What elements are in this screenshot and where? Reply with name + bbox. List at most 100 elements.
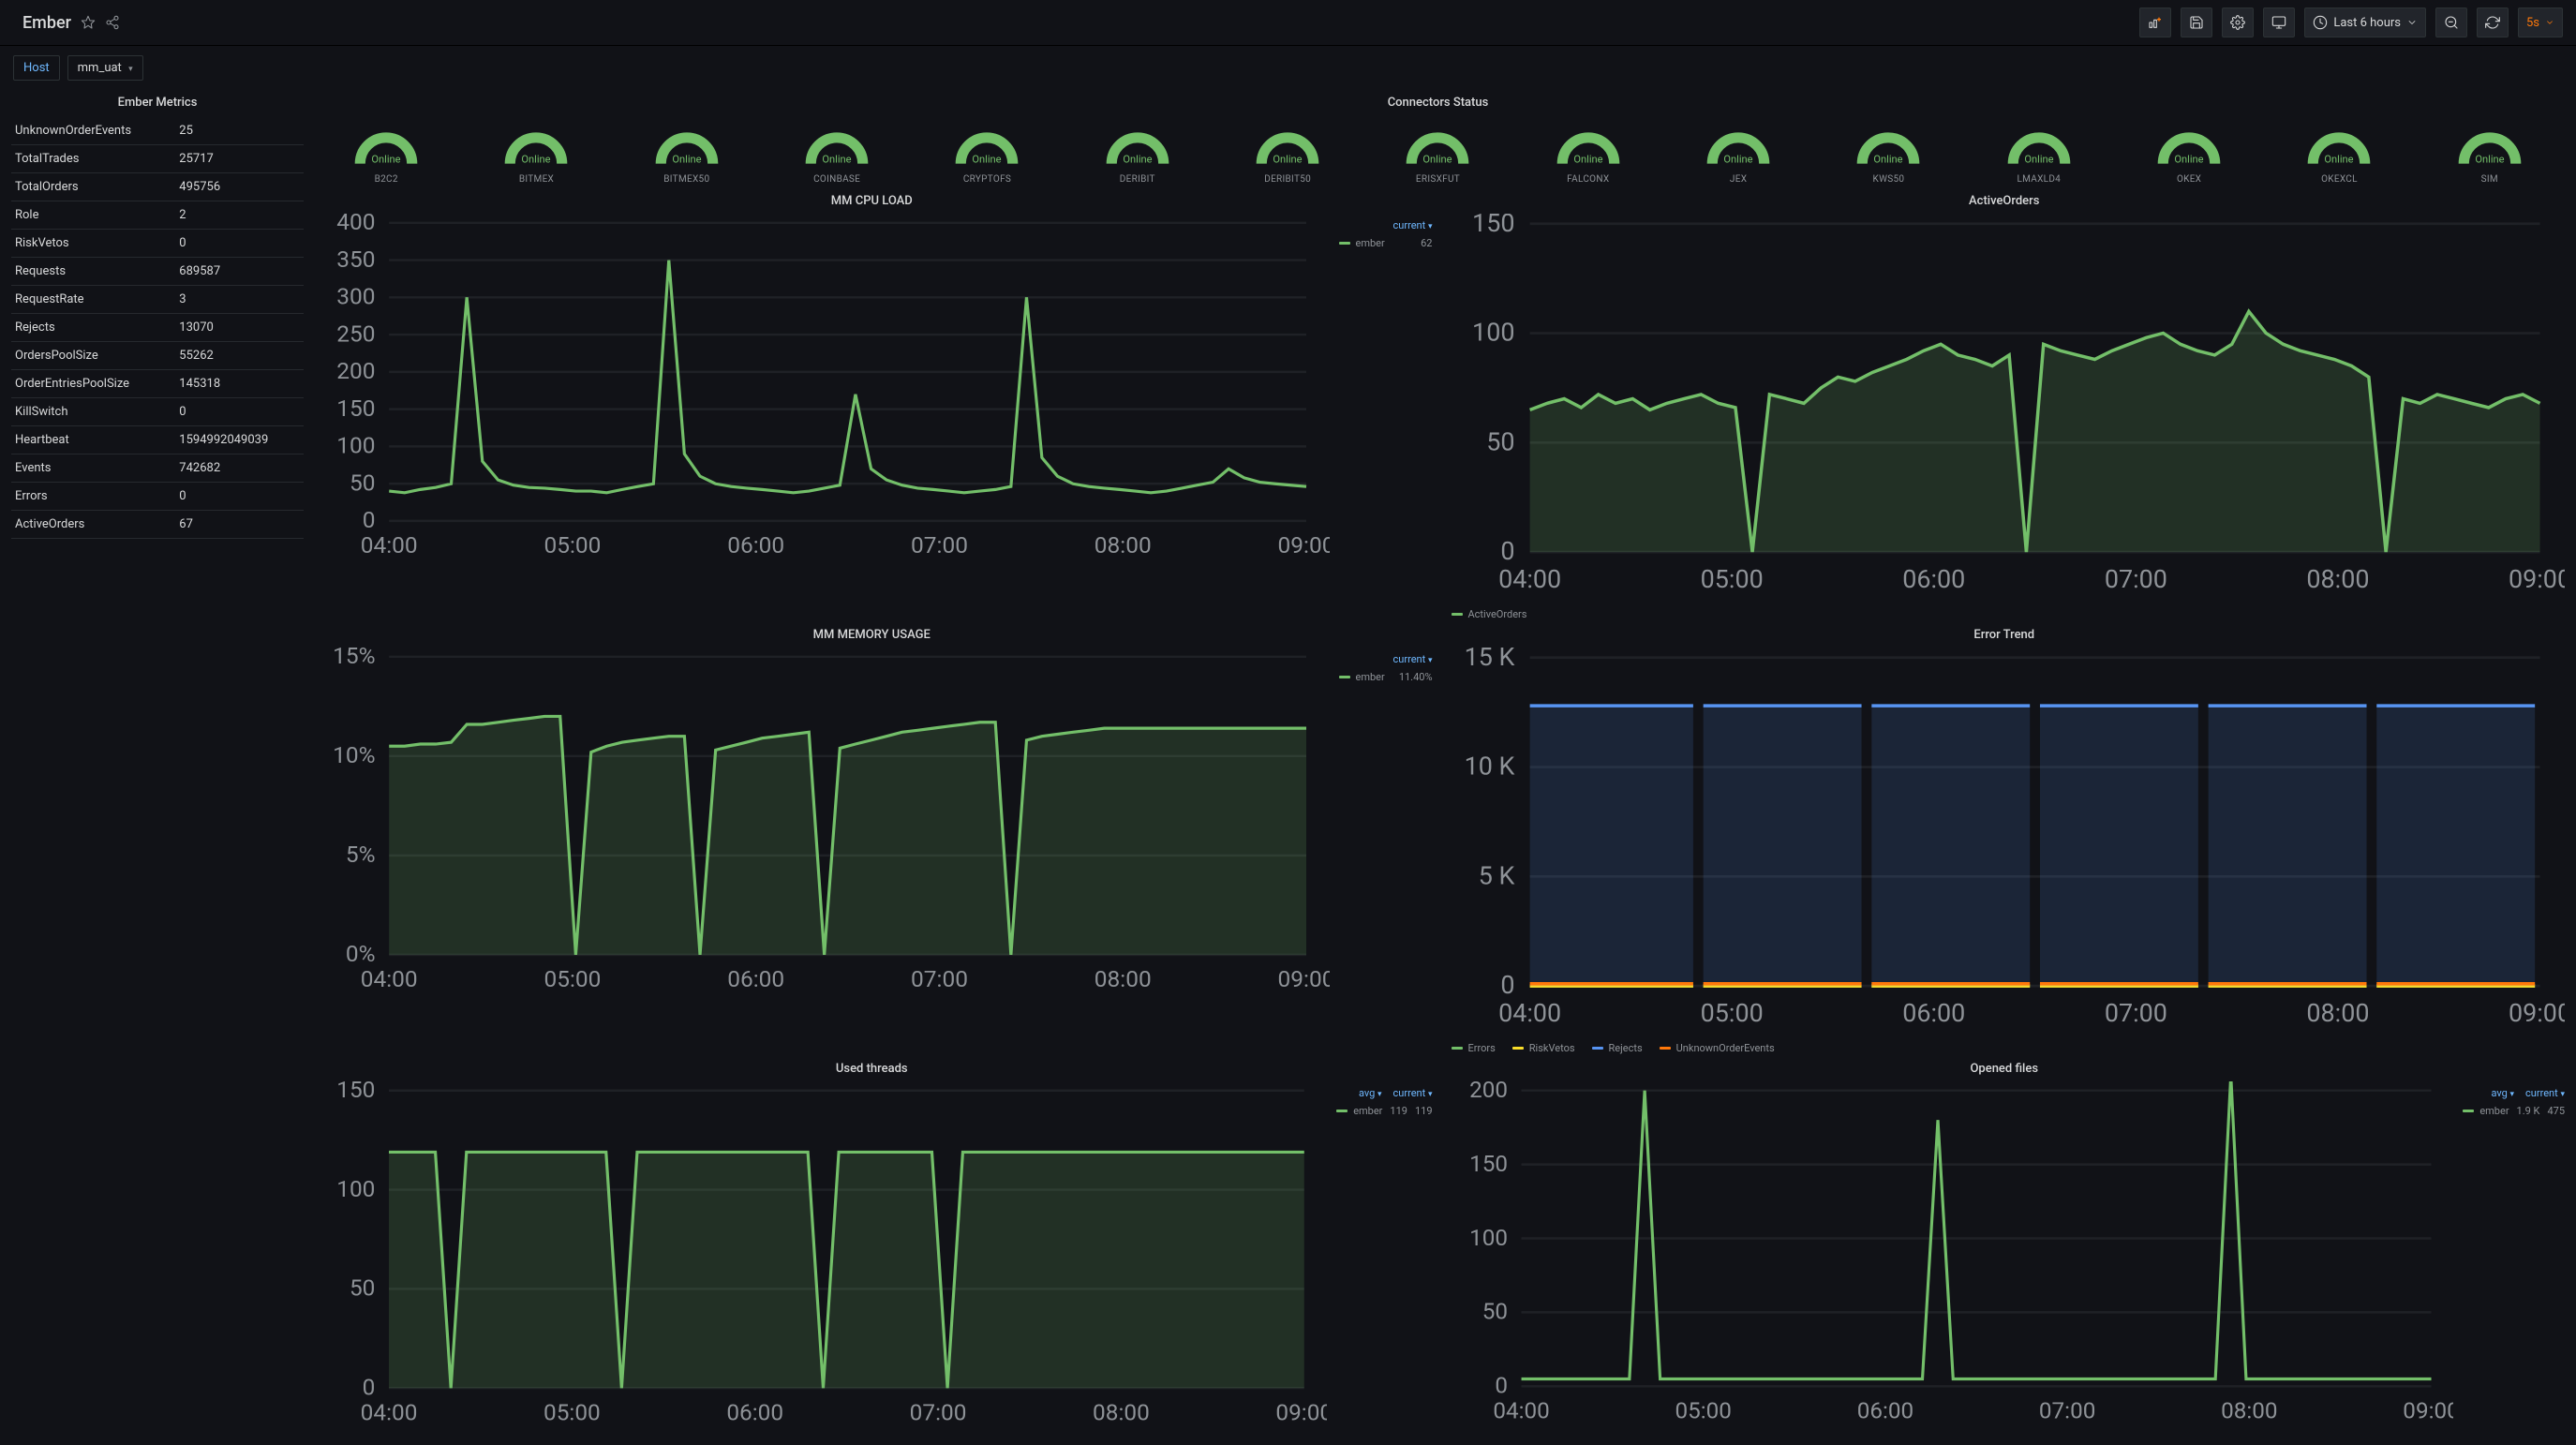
svg-text:07:00: 07:00 <box>911 965 968 992</box>
svg-text:06:00: 06:00 <box>1856 1397 1913 1424</box>
refresh-button[interactable] <box>2477 7 2509 37</box>
connector-name: JEX <box>1667 174 1809 185</box>
connector-gauge[interactable]: Online BITMEX <box>465 125 607 185</box>
table-row: OrderEntriesPoolSize145318 <box>11 370 304 398</box>
svg-text:0%: 0% <box>346 940 376 967</box>
connector-gauge[interactable]: Online OKEX <box>2118 125 2260 185</box>
svg-text:100: 100 <box>336 1175 375 1202</box>
connector-gauge[interactable]: Online COINBASE <box>766 125 908 185</box>
chart-legend[interactable]: current ▾ember11.40% <box>1339 648 1433 685</box>
connector-gauge[interactable]: Online KWS50 <box>1817 125 1959 185</box>
metric-key: Errors <box>11 483 175 511</box>
metric-value: 25717 <box>175 145 304 173</box>
chart-legend[interactable]: current ▾ember62 <box>1339 214 1433 251</box>
connector-gauge[interactable]: Online OKEXCL <box>2268 125 2410 185</box>
svg-text:50: 50 <box>1486 427 1514 457</box>
metric-value: 25 <box>175 117 304 145</box>
metric-key: OrdersPoolSize <box>11 342 175 370</box>
table-row: RequestRate3 <box>11 286 304 314</box>
connector-gauge[interactable]: Online BITMEX50 <box>616 125 758 185</box>
metric-key: Events <box>11 454 175 483</box>
svg-text:Online: Online <box>1874 154 1903 166</box>
save-icon <box>2189 15 2204 30</box>
chart-panel-cpu[interactable]: MM CPU LOAD 050100150200250300350400 04:… <box>311 190 1433 620</box>
svg-text:05:00: 05:00 <box>544 965 602 992</box>
chart-legend[interactable]: ActiveOrders <box>1444 603 2566 620</box>
time-range-picker[interactable]: Last 6 hours <box>2304 7 2426 37</box>
host-variable-value[interactable]: mm_uat ▾ <box>67 55 143 81</box>
connector-gauge[interactable]: Online DERIBIT <box>1066 125 1209 185</box>
svg-text:150: 150 <box>336 1081 375 1103</box>
svg-text:05:00: 05:00 <box>1700 998 1763 1028</box>
zoom-out-icon <box>2444 15 2459 30</box>
refresh-interval-text: 5s <box>2526 16 2539 30</box>
chart-panel-mem[interactable]: MM MEMORY USAGE 0%5%10%15% 04:0005:0006:… <box>311 624 1433 1054</box>
connector-gauge[interactable]: Online ERISXFUT <box>1366 125 1509 185</box>
svg-text:400: 400 <box>336 214 375 235</box>
connector-gauge[interactable]: Online CRYPTOFS <box>916 125 1058 185</box>
refresh-interval-picker[interactable]: 5s <box>2518 7 2563 37</box>
chart-plot[interactable]: 050100150 04:0005:0006:0007:0008:0009:00 <box>311 1081 1327 1434</box>
star-icon[interactable] <box>81 15 96 30</box>
connectors-title: Connectors Status <box>311 90 2565 117</box>
svg-text:Online: Online <box>1573 154 1602 166</box>
table-row: Events742682 <box>11 454 304 483</box>
svg-text:15%: 15% <box>333 648 375 669</box>
connectors-row: Online B2C2 Online BITMEX Online BITMEX5… <box>311 121 2565 186</box>
chart-plot[interactable]: 05 K10 K15 K 04:0005:0006:0007:0008:0009… <box>1444 648 2566 1036</box>
svg-text:06:00: 06:00 <box>727 965 784 992</box>
share-icon[interactable] <box>105 15 120 30</box>
add-panel-button[interactable] <box>2139 7 2171 37</box>
svg-text:08:00: 08:00 <box>2306 998 2369 1028</box>
svg-text:09:00: 09:00 <box>2403 1397 2454 1424</box>
chart-legend[interactable]: avg ▾current ▾ember119119 <box>1336 1081 1432 1119</box>
save-button[interactable] <box>2181 7 2212 37</box>
metric-value: 0 <box>175 230 304 258</box>
gear-icon <box>2230 15 2245 30</box>
chart-title: ActiveOrders <box>1444 190 2566 214</box>
svg-text:09:00: 09:00 <box>1278 965 1330 992</box>
chart-plot[interactable]: 050100150 04:0005:0006:0007:0008:0009:00 <box>1444 214 2566 603</box>
chart-panel-threads[interactable]: Used threads 050100150 04:0005:0006:0007… <box>311 1058 1433 1434</box>
svg-text:5%: 5% <box>346 841 376 868</box>
svg-text:350: 350 <box>336 246 375 273</box>
title-text: Ember <box>22 13 71 33</box>
dashboard-title[interactable]: Ember <box>13 13 71 33</box>
top-toolbar: Ember Last 6 hours 5s <box>0 0 2576 46</box>
chart-legend[interactable]: avg ▾current ▾ember1.9 K475 <box>2463 1081 2565 1119</box>
svg-text:Online: Online <box>1123 154 1152 166</box>
svg-text:Online: Online <box>973 154 1002 166</box>
time-range-text: Last 6 hours <box>2333 16 2401 30</box>
connector-gauge[interactable]: Online JEX <box>1667 125 1809 185</box>
svg-text:50: 50 <box>1482 1298 1507 1325</box>
settings-button[interactable] <box>2222 7 2254 37</box>
connector-gauge[interactable]: Online FALCONX <box>1517 125 1660 185</box>
zoom-out-button[interactable] <box>2435 7 2467 37</box>
svg-text:15 K: 15 K <box>1464 648 1514 672</box>
svg-text:Online: Online <box>823 154 852 166</box>
chart-legend[interactable]: ErrorsRiskVetosRejectsUnknownOrderEvents <box>1444 1036 2566 1054</box>
svg-text:0: 0 <box>1495 1372 1508 1399</box>
svg-text:Online: Online <box>672 154 701 166</box>
svg-text:10 K: 10 K <box>1464 752 1514 782</box>
svg-text:07:00: 07:00 <box>911 531 968 559</box>
connector-gauge[interactable]: Online SIM <box>2419 125 2561 185</box>
connector-gauge[interactable]: Online LMAXLD4 <box>1968 125 2110 185</box>
connector-name: ERISXFUT <box>1366 174 1509 185</box>
chart-plot[interactable]: 0%5%10%15% 04:0005:0006:0007:0008:0009:0… <box>311 648 1330 1001</box>
chart-title: Opened files <box>1444 1058 2566 1081</box>
chart-panel-files[interactable]: Opened files 050100150200 04:0005:0006:0… <box>1444 1058 2566 1434</box>
chart-plot[interactable]: 050100150200 04:0005:0006:0007:0008:0009… <box>1444 1081 2454 1432</box>
connector-gauge[interactable]: Online B2C2 <box>315 125 457 185</box>
chart-panel-errtrend[interactable]: Error Trend 05 K10 K15 K 04:0005:0006:00… <box>1444 624 2566 1054</box>
host-variable-label[interactable]: Host <box>13 55 60 81</box>
metric-value: 67 <box>175 511 304 539</box>
svg-text:0: 0 <box>363 1374 376 1401</box>
metric-key: TotalTrades <box>11 145 175 173</box>
chart-panel-active[interactable]: ActiveOrders 050100150 04:0005:0006:0007… <box>1444 190 2566 620</box>
tv-mode-button[interactable] <box>2263 7 2295 37</box>
svg-text:300: 300 <box>336 283 375 310</box>
svg-text:04:00: 04:00 <box>361 531 418 559</box>
connector-gauge[interactable]: Online DERIBIT50 <box>1216 125 1359 185</box>
chart-plot[interactable]: 050100150200250300350400 04:0005:0006:00… <box>311 214 1330 567</box>
